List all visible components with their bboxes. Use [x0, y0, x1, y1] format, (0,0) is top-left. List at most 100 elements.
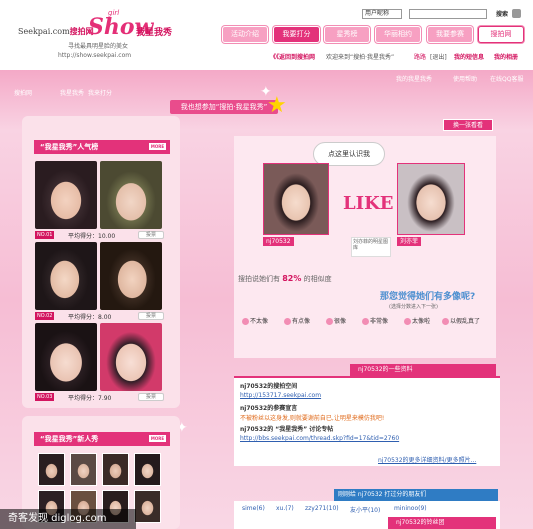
rating-question: 那您觉得她们有多像呢?: [380, 292, 476, 302]
nav-seekpai[interactable]: 搜拍网: [478, 26, 524, 43]
heart-icon: [242, 318, 249, 325]
rating-option[interactable]: 不太像: [242, 316, 268, 325]
profile-space-link[interactable]: http://153717.seekpai.com: [240, 392, 321, 399]
current-user[interactable]: 路路: [414, 52, 426, 61]
newcomer-title-text: “我星我秀”新人秀: [40, 435, 99, 443]
search-type-select[interactable]: 用户昵称: [362, 9, 402, 19]
breadcrumb-item[interactable]: 搜拍网: [14, 88, 32, 97]
newcomer-thumb[interactable]: [38, 453, 65, 486]
qq-support-link[interactable]: 在线QQ客服: [490, 74, 523, 83]
watermark: 奇客发现 diglog.com: [0, 509, 136, 529]
heart-icon: [362, 318, 369, 325]
back-link[interactable]: 《《返回到搜拍网: [270, 52, 315, 61]
newcomer-thumb[interactable]: [102, 453, 129, 486]
profile-declare-title: nj70532的参赛宣言: [240, 405, 298, 412]
profile-thread-link[interactable]: http://bbs.seekpai.com/thread.skp?fid=17…: [240, 435, 399, 442]
nav-join[interactable]: 我要参赛: [427, 26, 473, 43]
rating-option[interactable]: 非常像: [362, 316, 388, 325]
user-photo[interactable]: [263, 163, 329, 235]
popularity-title-text: “我星我秀”人气榜: [40, 143, 99, 151]
star-name-tag[interactable]: 刘亦菲: [397, 237, 422, 246]
rating-option-label: 不太像: [250, 318, 269, 325]
nav-star-chart[interactable]: 星秀榜: [324, 26, 370, 43]
profile-space-title: nj70532的搜拍空间: [240, 383, 298, 390]
rater-link[interactable]: mininoo(9): [394, 505, 427, 512]
entry-photo-user[interactable]: [35, 242, 97, 310]
rating-question-sub: (选择分数进入下一张): [389, 304, 438, 310]
rating-option-label: 有点像: [292, 318, 311, 325]
popularity-title: “我星我秀”人气榜 MORE: [34, 140, 170, 154]
entry-score: 平均得分：10.00: [68, 233, 116, 240]
nav-meet[interactable]: 华丽相约: [375, 26, 421, 43]
my-show-link[interactable]: 我的我星我秀: [396, 74, 432, 83]
breadcrumb-item: 我来打分: [88, 90, 113, 97]
search-label[interactable]: 搜索: [496, 9, 508, 18]
heart-icon: [404, 318, 411, 325]
rating-option[interactable]: 太像啦: [404, 316, 430, 325]
nav-rate[interactable]: 我要打分: [273, 26, 320, 43]
heart-icon: [284, 318, 291, 325]
rater-link[interactable]: xu.(7): [276, 505, 294, 512]
entry-photo-star[interactable]: [100, 242, 162, 310]
rating-option[interactable]: 很像: [326, 316, 346, 325]
rank-badge: NO.01: [35, 231, 55, 239]
similarity-value: 82%: [282, 274, 302, 283]
vote-button[interactable]: 投票: [138, 231, 164, 239]
my-messages-link[interactable]: 我的短信息: [454, 52, 484, 61]
vote-button[interactable]: 投票: [138, 312, 164, 320]
heart-icon: [326, 318, 333, 325]
my-albums-text[interactable]: 我的相册: [494, 54, 518, 61]
breadcrumb-item[interactable]: 我星我秀: [60, 88, 84, 97]
star-photo[interactable]: [397, 163, 465, 235]
nav-activity-intro[interactable]: 活动介绍: [222, 26, 268, 43]
help-link[interactable]: 使用帮助: [453, 74, 477, 83]
site-url[interactable]: http://show.seekpai.com: [58, 52, 131, 59]
similarity-suffix: 的相似度: [303, 275, 332, 283]
entry-photo-star[interactable]: [100, 161, 162, 229]
logout-link[interactable]: [退出]: [430, 52, 447, 61]
rater-link[interactable]: zzy271(10): [305, 505, 339, 512]
rater-link[interactable]: 友小平(10): [350, 505, 380, 514]
search-icon[interactable]: [512, 9, 521, 18]
search-input[interactable]: [409, 9, 487, 19]
my-albums-link[interactable]: 我的相册: [494, 52, 518, 61]
fan-club-title: nj70532的铃丝团: [388, 517, 496, 529]
entry-photo-user[interactable]: [35, 323, 97, 391]
vote-button[interactable]: 投票: [138, 393, 164, 401]
newcomer-thumb[interactable]: [134, 490, 161, 523]
rating-options: 不太像 有点像 很像 非常像 太像啦 以假乱真了: [240, 316, 500, 336]
entry-photo-user[interactable]: [35, 161, 97, 229]
entry-score: 平均得分：7.90: [68, 395, 112, 402]
profile-title: nj70532的一些资料: [350, 364, 496, 376]
more-link[interactable]: MORE: [149, 435, 166, 442]
rating-option[interactable]: 有点像: [284, 316, 310, 325]
entry-score: 平均得分：8.00: [68, 314, 112, 321]
similarity-line: 搜拍说她们有 82% 的相似度: [238, 274, 332, 284]
rating-option-label: 很像: [334, 318, 347, 325]
newcomer-thumb[interactable]: [70, 453, 97, 486]
newcomer-thumb[interactable]: [134, 453, 161, 486]
profile-more-link[interactable]: nj70532的更多详细资料/更多照片...: [378, 455, 476, 464]
rater-link[interactable]: sime(6): [242, 505, 265, 512]
heart-icon: [442, 318, 449, 325]
change-pair-button[interactable]: 换一张看看: [443, 119, 493, 131]
site-logo[interactable]: Seekpai.com搜拍网: [18, 26, 94, 37]
entry-photo-star[interactable]: [100, 323, 162, 391]
star-icon: ★: [267, 93, 287, 118]
like-label: LIKE: [343, 193, 394, 214]
rating-option-label: 太像啦: [412, 318, 431, 325]
page: Seekpai.com搜拍网 Show girl 我星我秀 寻找最具明星脸的美女…: [0, 0, 533, 529]
newcomer-title: “我星我秀”新人秀 MORE: [34, 432, 170, 446]
site-name: Seekpai.com: [18, 27, 70, 36]
rank-badge: NO.02: [35, 312, 55, 320]
user-name-tag[interactable]: nj70532: [263, 237, 294, 246]
join-invite-banner[interactable]: 我也想参加“搜拍·我星我秀”: [170, 100, 278, 114]
show-logo-cn: 我星我秀: [136, 28, 173, 38]
rating-option-label: 非常像: [370, 318, 389, 325]
rating-option[interactable]: 以假乱真了: [442, 316, 480, 325]
my-messages-text[interactable]: 我的短信息: [454, 54, 484, 61]
more-link[interactable]: MORE: [149, 143, 166, 150]
star-gallery-note[interactable]: 刘亦菲的明星图库: [351, 237, 391, 257]
show-logo-girl: girl: [108, 9, 120, 17]
back-link-text[interactable]: 《《返回到搜拍网: [270, 54, 315, 61]
